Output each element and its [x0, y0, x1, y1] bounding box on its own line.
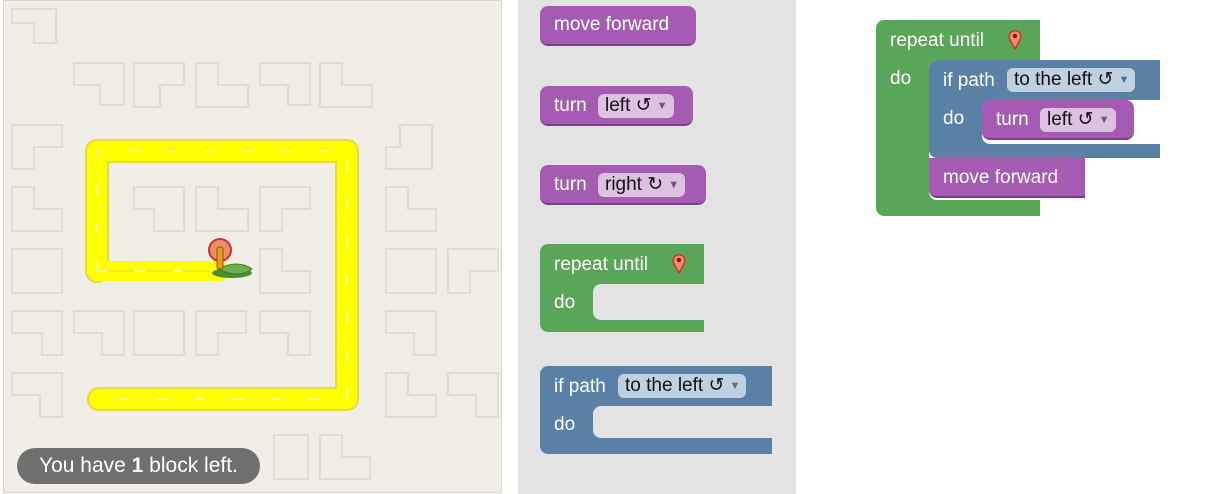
- map-pin-icon: [208, 238, 253, 278]
- turn-label: turn: [996, 109, 1029, 130]
- maze-canvas: [11, 8, 499, 480]
- do-label: do: [554, 292, 576, 313]
- turn-direction-dropdown[interactable]: right ↻ ▼: [598, 173, 686, 197]
- blocks-remaining-message: You have 1 block left.: [17, 448, 260, 484]
- turn-label: turn: [554, 95, 587, 116]
- toolbox-if-path-block[interactable]: if path to the left ↺ ▼ do: [540, 366, 772, 454]
- repeat-until-label: repeat until: [890, 30, 985, 51]
- path-direction-dropdown[interactable]: to the left ↺ ▼: [618, 374, 747, 398]
- do-statement-slot[interactable]: [593, 406, 772, 438]
- move-forward-label: move forward: [554, 14, 670, 35]
- do-label: do: [943, 108, 965, 129]
- turn-direction-dropdown[interactable]: left ↺ ▼: [1040, 108, 1116, 132]
- toolbox-turn-left-block[interactable]: turn left ↺ ▼: [540, 86, 693, 126]
- toolbox-turn-right-block[interactable]: turn right ↻ ▼: [540, 165, 706, 205]
- toolbox-move-forward-block[interactable]: move forward: [540, 6, 696, 46]
- map-pin-icon: [1008, 30, 1022, 50]
- workspace-turn-block[interactable]: turn left ↺ ▼: [982, 100, 1134, 140]
- turn-label: turn: [554, 174, 587, 195]
- do-label: do: [890, 68, 912, 89]
- repeat-until-label: repeat until: [554, 254, 649, 275]
- path-direction-dropdown[interactable]: to the left ↺ ▼: [1007, 68, 1136, 92]
- do-statement-slot[interactable]: [593, 284, 704, 320]
- do-label: do: [554, 414, 576, 435]
- triangle-down-icon: ▼: [1118, 74, 1130, 86]
- triangle-down-icon: ▼: [656, 100, 668, 112]
- maze-panel: You have 1 block left.: [3, 0, 502, 493]
- workspace-move-forward-block[interactable]: move forward: [929, 158, 1085, 198]
- move-forward-label: move forward: [943, 167, 1059, 188]
- triangle-down-icon: ▼: [668, 179, 680, 191]
- if-path-label: if path: [554, 376, 606, 397]
- triangle-down-icon: ▼: [1098, 114, 1110, 126]
- turn-direction-dropdown[interactable]: left ↺ ▼: [598, 94, 674, 118]
- if-path-label: if path: [943, 70, 995, 91]
- map-pin-icon: [672, 254, 686, 274]
- triangle-down-icon: ▼: [729, 380, 741, 392]
- toolbox-repeat-until-block[interactable]: repeat until do: [540, 244, 704, 332]
